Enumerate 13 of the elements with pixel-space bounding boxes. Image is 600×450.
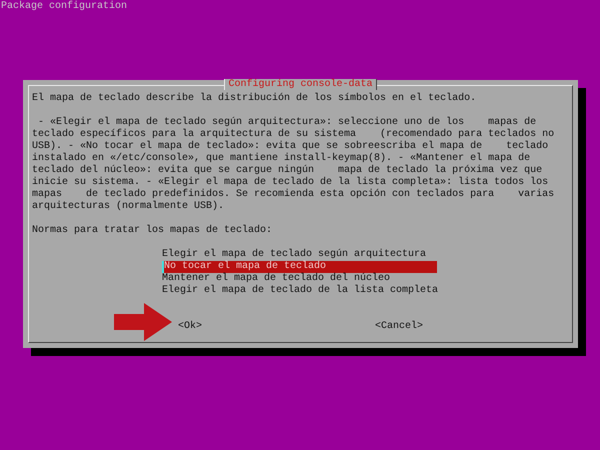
option-item[interactable]: Elegir el mapa de teclado de la lista completa xyxy=(162,285,437,297)
dialog-button[interactable]: <Ok> xyxy=(178,321,202,333)
arrow-icon xyxy=(114,303,172,341)
window-title: Package configuration xyxy=(0,0,128,13)
intro-text: El mapa de teclado describe la distribución de los símbolos en el teclado. xyxy=(32,93,476,105)
option-item[interactable]: No tocar el mapa de teclado xyxy=(162,261,437,273)
prompt-text: Normas para tratar los mapas de teclado: xyxy=(32,225,272,237)
dialog-title: Configuring console-data xyxy=(224,79,377,90)
option-item[interactable]: Mantener el mapa de teclado del núcleo xyxy=(162,273,437,285)
description-text: - «Elegir el mapa de teclado según arquitectura»: seleccione uno de los mapas de teclado específicos para la arquitectura de su sistema (recomendado para teclados no USB). - «No tocar el mapa de teclado»: evita que se sobreescriba el mapa de teclado instalado en «/etc/console», que mantiene install-keymap(8). - «Mantener el mapa de teclado del núcleo»: evita que se cargue ningún mapa de teclado la próxima vez que inicie su sistema. - «Elegir el mapa de teclado de la lista completa»: lista todos los mapas de teclado predefinidos. Se recomienda esta opción con teclados para varias arquitecturas (normalmente USB). xyxy=(32,117,554,213)
dialog-button[interactable]: <Cancel> xyxy=(375,321,424,333)
text-cursor xyxy=(162,261,164,273)
option-item[interactable]: Elegir el mapa de teclado según arquitectura xyxy=(162,249,437,261)
